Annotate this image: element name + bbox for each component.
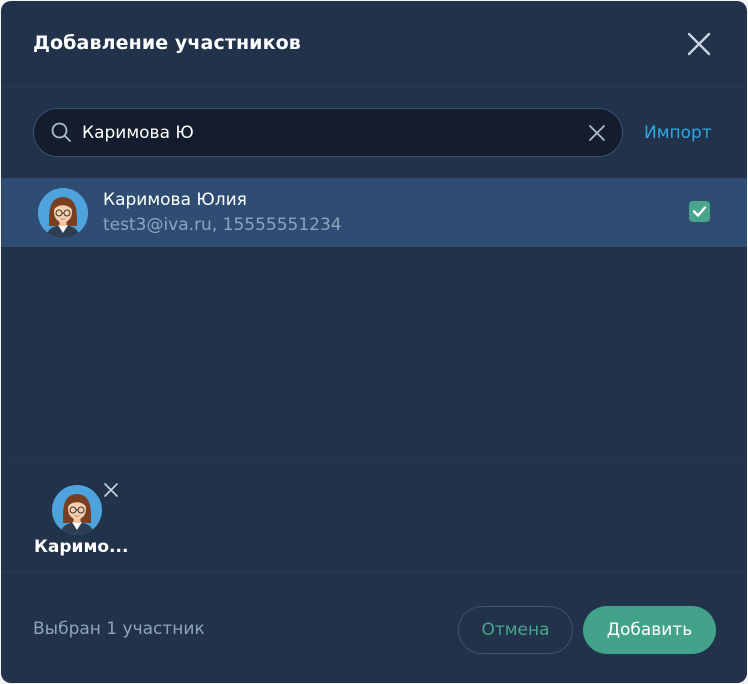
- add-participants-dialog: Добавление участников Импорт: [1, 1, 747, 683]
- clear-icon[interactable]: [587, 123, 607, 143]
- cancel-button[interactable]: Отмена: [458, 606, 573, 654]
- selected-participant-name: Каримо...: [34, 537, 129, 557]
- participant-name: Каримова Юлия: [103, 190, 247, 210]
- search-field[interactable]: [33, 108, 623, 157]
- female-avatar-icon: [38, 188, 88, 238]
- search-input[interactable]: [82, 115, 572, 150]
- selection-status: Выбран 1 участник: [33, 619, 205, 639]
- female-avatar-icon: [52, 485, 102, 535]
- list-item[interactable]: Каримова Юлия test3@iva.ru, 15555551234: [1, 178, 747, 247]
- close-icon[interactable]: [683, 28, 715, 60]
- search-icon: [50, 121, 72, 143]
- add-button[interactable]: Добавить: [583, 606, 716, 654]
- selected-participants: Каримо...: [1, 463, 747, 573]
- remove-icon[interactable]: [102, 481, 120, 499]
- participant-details: test3@iva.ru, 15555551234: [103, 215, 342, 235]
- dialog-title: Добавление участников: [33, 32, 301, 54]
- import-link[interactable]: Импорт: [644, 123, 712, 143]
- dialog-header: Добавление участников: [1, 1, 747, 87]
- participant-checkbox[interactable]: [689, 201, 710, 222]
